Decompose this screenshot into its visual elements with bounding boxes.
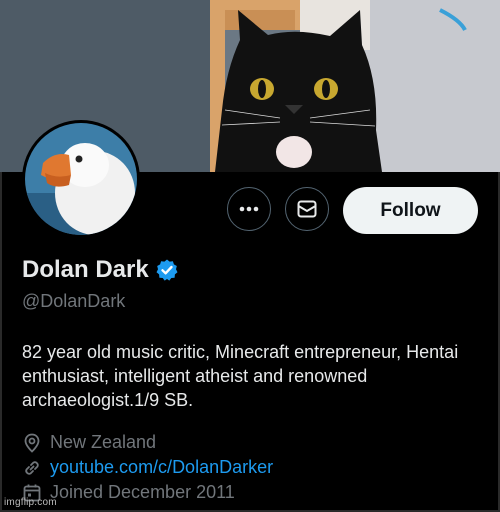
imgflip-watermark: imgflip.com bbox=[4, 497, 57, 508]
name-row: Dolan Dark bbox=[22, 256, 179, 284]
location-text: New Zealand bbox=[50, 432, 157, 452]
handle: @DolanDark bbox=[22, 291, 126, 311]
message-button[interactable] bbox=[285, 187, 329, 231]
more-button[interactable] bbox=[227, 187, 271, 231]
envelope-icon bbox=[297, 200, 317, 218]
avatar-goose-image bbox=[25, 123, 137, 235]
profile-avatar[interactable] bbox=[22, 120, 140, 238]
verified-badge-icon[interactable] bbox=[155, 258, 179, 282]
location-pin-icon bbox=[24, 433, 40, 453]
joined-text: Joined December 2011 bbox=[50, 482, 235, 502]
link-icon bbox=[25, 460, 39, 475]
display-name: Dolan Dark bbox=[22, 256, 149, 283]
website-link[interactable]: youtube.com/c/DolanDarker bbox=[50, 457, 273, 478]
follow-button[interactable]: Follow bbox=[343, 187, 478, 234]
more-dots-icon bbox=[239, 206, 259, 212]
location-row: New Zealand bbox=[22, 432, 156, 453]
website-row: youtube.com/c/DolanDarker bbox=[22, 457, 273, 478]
bio: 82 year old music critic, Minecraft entr… bbox=[22, 342, 459, 410]
